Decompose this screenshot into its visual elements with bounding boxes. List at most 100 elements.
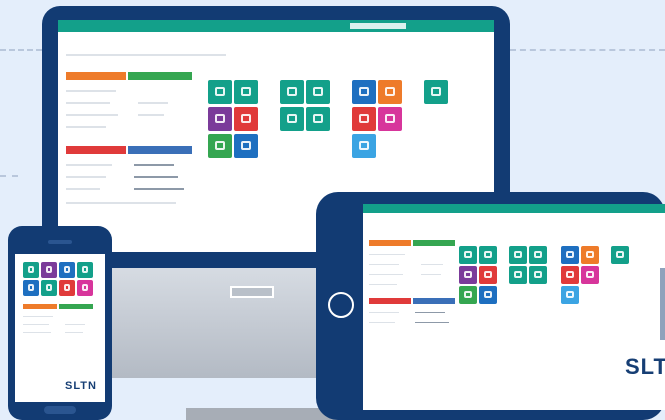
- app-tile[interactable]: [509, 246, 527, 264]
- decorative-dashed-line: [0, 175, 18, 177]
- app-tile[interactable]: [611, 246, 629, 264]
- app-tile[interactable]: [59, 280, 75, 296]
- app-title-bar: [363, 204, 665, 213]
- list-item[interactable]: [415, 312, 445, 313]
- divider: [66, 54, 226, 56]
- chart-icon: [566, 251, 574, 259]
- app-tile[interactable]: [234, 134, 258, 158]
- chart-icon: [313, 113, 323, 124]
- app-tile[interactable]: [306, 107, 330, 131]
- section-header-orange: [66, 72, 126, 80]
- app-tile[interactable]: [77, 262, 93, 278]
- app-tile[interactable]: [459, 246, 477, 264]
- list-item[interactable]: [23, 324, 49, 325]
- app-tile[interactable]: [479, 286, 497, 304]
- list-item[interactable]: [138, 114, 164, 116]
- word-icon: [241, 140, 251, 151]
- section-header-red: [369, 298, 411, 304]
- section-header-orange: [23, 304, 57, 309]
- app-tile[interactable]: [208, 107, 232, 131]
- list-item[interactable]: [23, 332, 51, 333]
- folder-icon: [241, 86, 251, 97]
- user-icon: [514, 271, 522, 279]
- brand-logo: SLTN: [625, 354, 665, 379]
- list-item[interactable]: [369, 322, 395, 323]
- app-tile[interactable]: [234, 107, 258, 131]
- app-tile[interactable]: [529, 266, 547, 284]
- app-tile[interactable]: [561, 266, 579, 284]
- app-tile[interactable]: [561, 246, 579, 264]
- list-item[interactable]: [369, 254, 405, 255]
- app-tile[interactable]: [234, 80, 258, 104]
- app-tile[interactable]: [352, 134, 376, 158]
- app-tile[interactable]: [208, 80, 232, 104]
- app-tile[interactable]: [459, 286, 477, 304]
- list-item[interactable]: [66, 202, 176, 204]
- doc-icon: [464, 251, 472, 259]
- list-item[interactable]: [65, 332, 83, 333]
- doc-icon: [215, 113, 225, 124]
- link-icon: [385, 113, 395, 124]
- list-item[interactable]: [66, 188, 100, 190]
- app-tile[interactable]: [479, 246, 497, 264]
- doc-icon: [241, 113, 251, 124]
- list-item[interactable]: [65, 324, 85, 325]
- section-header-blue: [413, 298, 455, 304]
- app-tile[interactable]: [306, 80, 330, 104]
- list-item[interactable]: [134, 164, 174, 166]
- list-item[interactable]: [134, 188, 184, 190]
- app-tile[interactable]: [424, 80, 448, 104]
- app-tile[interactable]: [479, 266, 497, 284]
- app-tile[interactable]: [23, 280, 39, 296]
- section-header-green: [413, 240, 455, 246]
- app-tile[interactable]: [41, 262, 57, 278]
- app-tile[interactable]: [59, 262, 75, 278]
- list-item[interactable]: [369, 264, 399, 265]
- app-tile[interactable]: [378, 80, 402, 104]
- list-item[interactable]: [66, 114, 118, 116]
- list-item[interactable]: [66, 102, 110, 104]
- list-item[interactable]: [134, 176, 178, 178]
- app-tile[interactable]: [352, 107, 376, 131]
- list-item[interactable]: [66, 90, 116, 92]
- globe-icon: [359, 140, 369, 151]
- app-tile[interactable]: [280, 107, 304, 131]
- app-tile[interactable]: [208, 134, 232, 158]
- app-tile[interactable]: [378, 107, 402, 131]
- list-item[interactable]: [66, 176, 106, 178]
- link-icon: [586, 271, 594, 279]
- app-tile[interactable]: [41, 280, 57, 296]
- excel-icon: [464, 291, 472, 299]
- mail-icon: [63, 284, 71, 291]
- chart-icon: [359, 86, 369, 97]
- chat-icon: [514, 251, 522, 259]
- app-tile[interactable]: [581, 246, 599, 264]
- app-tile[interactable]: [280, 80, 304, 104]
- search-input[interactable]: [350, 23, 406, 29]
- app-tile[interactable]: [529, 246, 547, 264]
- list-item[interactable]: [421, 274, 441, 275]
- app-tile[interactable]: [23, 262, 39, 278]
- phone-home-button[interactable]: [44, 406, 76, 414]
- app-tile[interactable]: [459, 266, 477, 284]
- clock-icon: [586, 251, 594, 259]
- list-item[interactable]: [66, 126, 106, 128]
- phone-speaker: [48, 240, 72, 244]
- decorative-dashed-line: [510, 49, 665, 51]
- clock-icon: [385, 86, 395, 97]
- app-tile[interactable]: [77, 280, 93, 296]
- list-item[interactable]: [23, 316, 53, 317]
- list-item[interactable]: [421, 264, 443, 265]
- app-tile[interactable]: [509, 266, 527, 284]
- app-tile[interactable]: [581, 266, 599, 284]
- app-tile[interactable]: [561, 286, 579, 304]
- app-tile[interactable]: [352, 80, 376, 104]
- list-item[interactable]: [66, 164, 112, 166]
- tablet-home-button[interactable]: [328, 292, 354, 318]
- list-item[interactable]: [369, 312, 399, 313]
- list-item[interactable]: [369, 274, 403, 275]
- chart-icon: [27, 284, 35, 291]
- list-item[interactable]: [415, 322, 449, 323]
- list-item[interactable]: [369, 284, 397, 285]
- list-item[interactable]: [138, 102, 168, 104]
